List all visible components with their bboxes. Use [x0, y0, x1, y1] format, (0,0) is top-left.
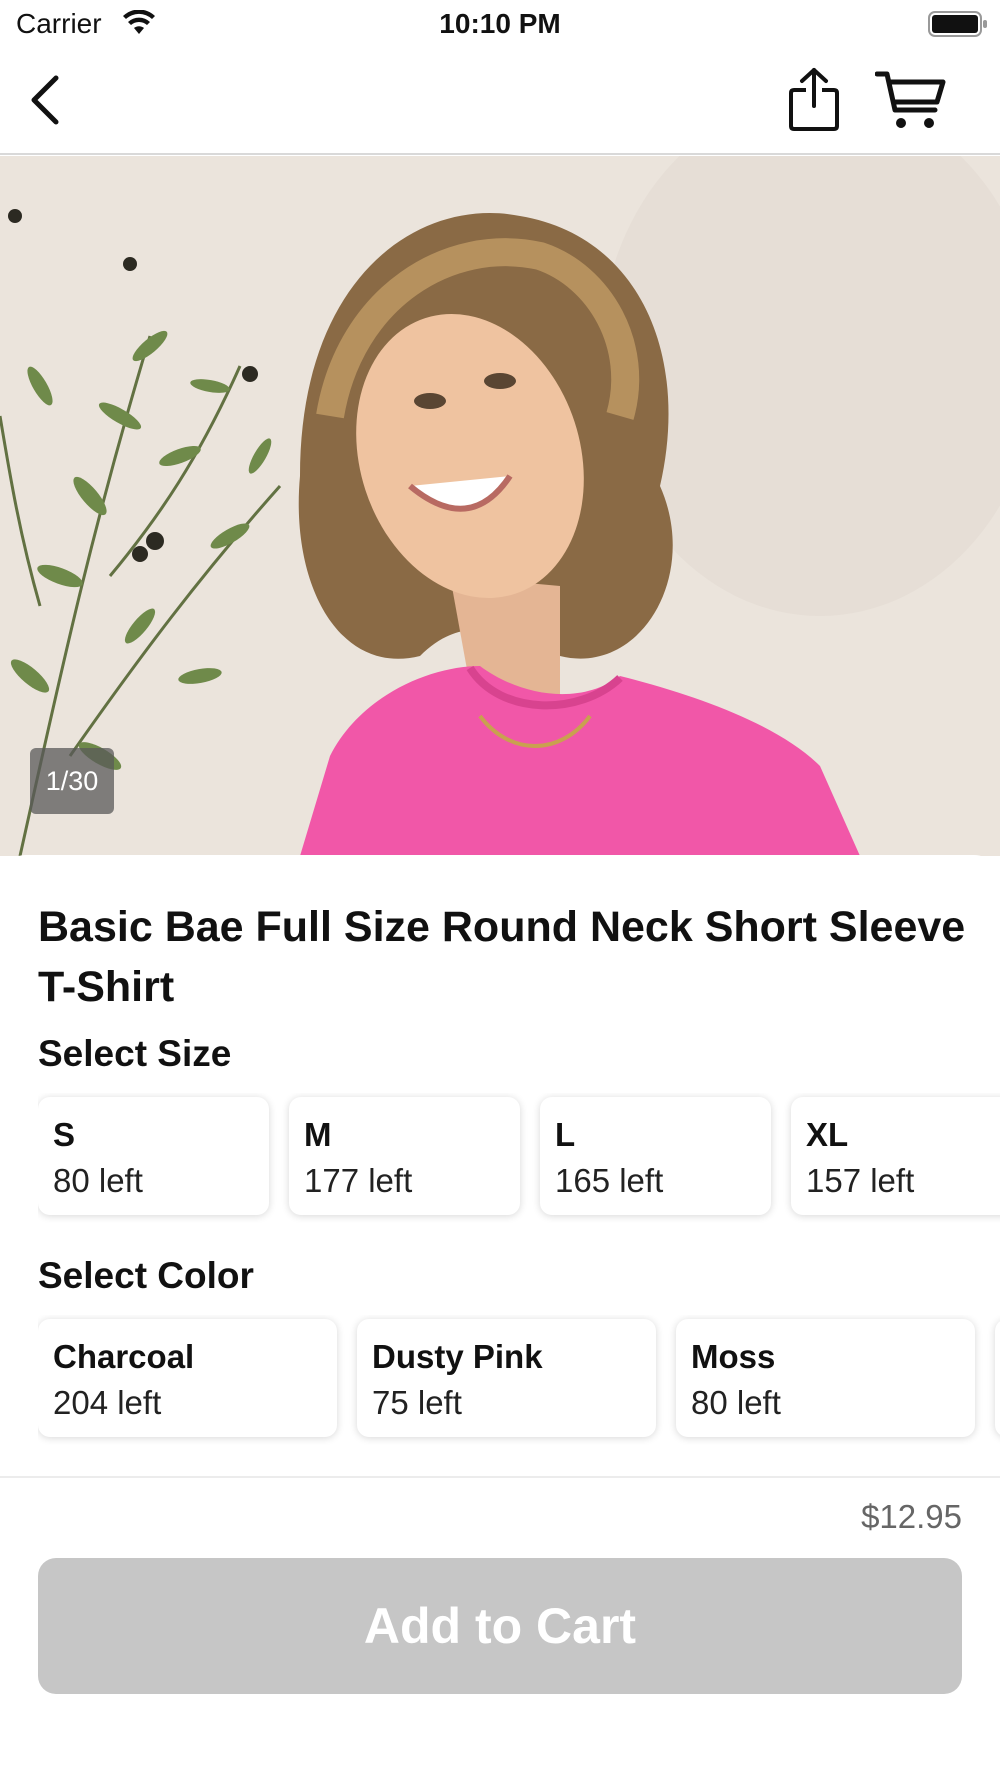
battery-icon: [928, 10, 988, 43]
size-name: M: [304, 1116, 332, 1153]
size-name: L: [555, 1116, 576, 1153]
select-color-label: Select Color: [38, 1255, 254, 1296]
share-icon: [789, 68, 839, 131]
product-details-sheet: Basic Bae Full Size Round Neck Short Sle…: [0, 855, 1000, 1475]
size-options: S 80 left M 177 left L 165 left XL 157 l…: [38, 1093, 1000, 1223]
color-name: Charcoal: [53, 1338, 195, 1375]
purchase-footer: $12.95 Add to Cart: [0, 1476, 1000, 1778]
size-stock: 80 left: [53, 1162, 143, 1199]
color-name: Dusty Pink: [372, 1338, 543, 1375]
color-option-next[interactable]: [995, 1319, 1000, 1437]
size-name: S: [53, 1116, 76, 1153]
size-option-s[interactable]: S 80 left: [38, 1097, 269, 1215]
back-button[interactable]: [22, 72, 72, 128]
color-name: Moss: [691, 1338, 776, 1375]
cart-button[interactable]: [874, 68, 947, 132]
cart-icon: [874, 71, 946, 128]
status-bar: Carrier 10:10 PM: [0, 0, 1000, 50]
product-image[interactable]: 1/30: [0, 156, 1000, 856]
size-stock: 177 left: [304, 1162, 413, 1199]
size-option-l[interactable]: L 165 left: [540, 1097, 771, 1215]
size-stock: 165 left: [555, 1162, 664, 1199]
nav-bar: [0, 50, 1000, 155]
product-photo: [0, 156, 1000, 856]
color-option-dusty-pink[interactable]: Dusty Pink 75 left: [357, 1319, 656, 1437]
select-size-label: Select Size: [38, 1033, 232, 1074]
color-stock: 75 left: [372, 1384, 462, 1421]
color-option-charcoal[interactable]: Charcoal 204 left: [38, 1319, 337, 1437]
size-option-xl[interactable]: XL 157 left: [791, 1097, 1000, 1215]
chevron-left-icon: [31, 75, 59, 125]
color-stock: 204 left: [53, 1384, 162, 1421]
size-option-m[interactable]: M 177 left: [289, 1097, 520, 1215]
color-stock: 80 left: [691, 1384, 781, 1421]
add-to-cart-button[interactable]: Add to Cart: [38, 1558, 962, 1694]
size-stock: 157 left: [806, 1162, 915, 1199]
color-options: Charcoal 204 left Dusty Pink 75 left Mos…: [38, 1315, 1000, 1445]
color-option-moss[interactable]: Moss 80 left: [676, 1319, 975, 1437]
product-price: $12.95: [861, 1498, 962, 1535]
share-button[interactable]: [786, 66, 842, 134]
image-counter: 1/30: [30, 748, 114, 814]
size-name: XL: [806, 1116, 849, 1153]
product-title: Basic Bae Full Size Round Neck Short Sle…: [38, 903, 966, 1011]
status-time: 10:10 PM: [439, 8, 561, 39]
